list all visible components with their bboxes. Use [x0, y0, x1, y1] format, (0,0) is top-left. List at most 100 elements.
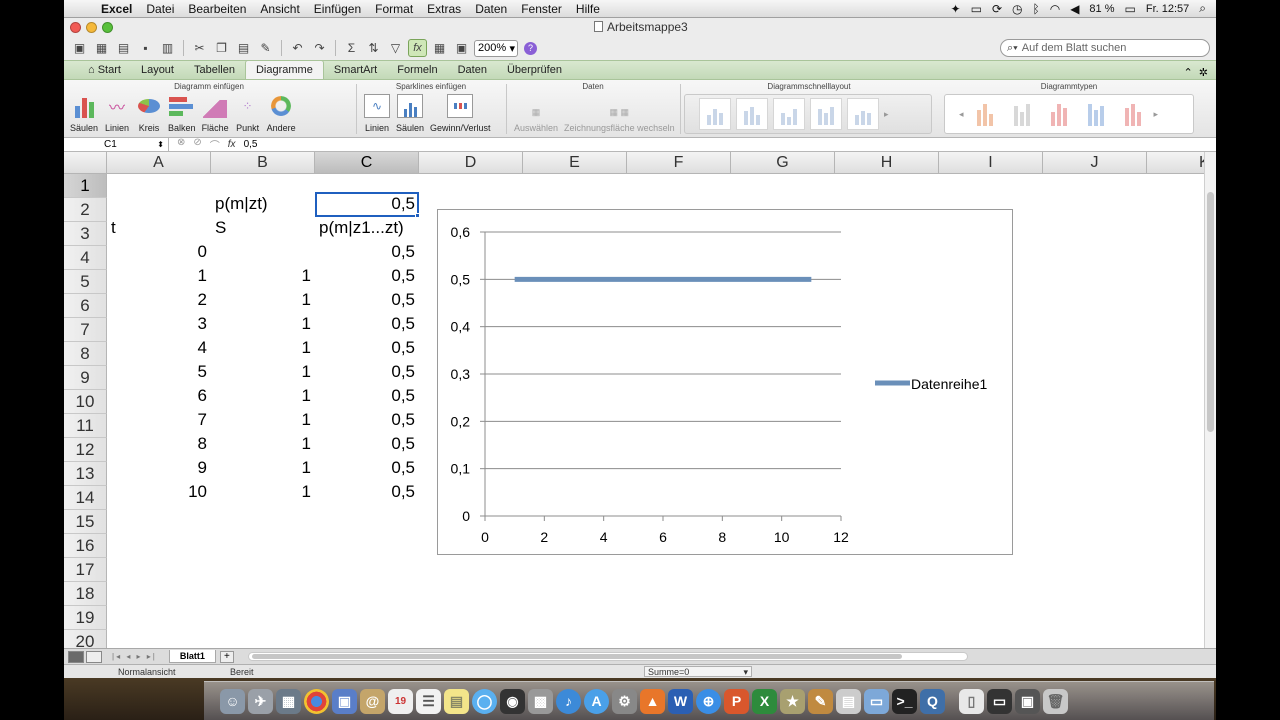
line-chart[interactable]: 0 0,1 0,2 0,3 0,4 0,5 0,6 0 2 4 6 8 10 12 Datenreihe1 — [437, 209, 1013, 555]
row-header-18[interactable]: 18 — [64, 582, 107, 606]
cell-b1[interactable]: p(m|zt) — [211, 192, 315, 216]
wifi-icon[interactable]: ◠ — [1050, 2, 1060, 16]
summary-select[interactable]: Summe=0 ▾ — [644, 666, 752, 677]
finder-folder-icon[interactable]: ▭ — [864, 688, 889, 714]
cell-a12[interactable]: 9 — [107, 456, 211, 480]
imovie-icon[interactable]: ★ — [780, 688, 805, 714]
column-header-e[interactable]: E — [523, 152, 627, 174]
mission-control-icon[interactable]: ▦ — [276, 688, 301, 714]
system-preferences-icon[interactable]: ⚙ — [612, 688, 637, 714]
reminders-icon[interactable]: ☰ — [416, 688, 441, 714]
tab-diagramme[interactable]: Diagramme — [244, 60, 324, 79]
cell-c4[interactable]: 0,5 — [315, 264, 419, 288]
cell-b5[interactable]: 1 — [211, 288, 315, 312]
menu-einfuegen[interactable]: Einfügen — [307, 2, 368, 16]
row-header-15[interactable]: 15 — [64, 510, 107, 534]
normal-view-button[interactable] — [68, 650, 84, 663]
cell-b8[interactable]: 1 — [211, 360, 315, 384]
column-header-j[interactable]: J — [1043, 152, 1147, 174]
cell-b2[interactable]: S — [211, 216, 315, 240]
finder-icon[interactable]: ☺ — [220, 688, 245, 714]
fx-icon[interactable]: fx — [228, 139, 236, 150]
toolbox-icon[interactable]: ▣ — [452, 39, 471, 57]
excel-icon[interactable]: X — [752, 688, 777, 714]
cell-a2[interactable]: t — [107, 216, 211, 240]
cell-c11[interactable]: 0,5 — [315, 432, 419, 456]
cell-c6[interactable]: 0,5 — [315, 312, 419, 336]
column-header-g[interactable]: G — [731, 152, 835, 174]
facetime-icon[interactable]: ◉ — [500, 688, 525, 714]
chart-type-thumbnail[interactable] — [1042, 98, 1075, 130]
cell-c7[interactable]: 0,5 — [315, 336, 419, 360]
column-header-h[interactable]: H — [835, 152, 939, 174]
vertical-scrollbar[interactable] — [1204, 152, 1216, 648]
app-store-icon[interactable]: A — [584, 688, 609, 714]
cell-a6[interactable]: 3 — [107, 312, 211, 336]
row-header-7[interactable]: 7 — [64, 318, 107, 342]
row-header-4[interactable]: 4 — [64, 246, 107, 270]
insert-area-chart-button[interactable]: Fläche — [202, 94, 229, 133]
help-icon[interactable]: ? — [521, 39, 540, 57]
layout-thumbnail[interactable] — [736, 98, 768, 130]
folder-stack-icon[interactable]: ▣ — [1015, 688, 1040, 714]
gear-icon[interactable]: ✲ — [1199, 67, 1208, 79]
chart-type-thumbnail[interactable] — [1005, 98, 1038, 130]
layout-thumbnail[interactable] — [773, 98, 805, 130]
cell-a3[interactable]: 0 — [107, 240, 211, 264]
select-data-button[interactable]: ▦ Auswählen — [514, 94, 558, 133]
messages-icon[interactable]: ◯ — [472, 688, 497, 714]
chart-type-thumbnail[interactable] — [1116, 98, 1149, 130]
cell-a13[interactable]: 10 — [107, 480, 211, 504]
row-header-6[interactable]: 6 — [64, 294, 107, 318]
redo-icon[interactable]: ↷ — [310, 39, 329, 57]
cell-b9[interactable]: 1 — [211, 384, 315, 408]
safari-icon[interactable]: ⊕ — [696, 688, 721, 714]
row-header-13[interactable]: 13 — [64, 462, 107, 486]
cell-b7[interactable]: 1 — [211, 336, 315, 360]
menu-clock[interactable]: Fr. 12:57 — [1146, 3, 1189, 15]
column-header-d[interactable]: D — [419, 152, 523, 174]
ribbon-options[interactable]: ⌃ ✲ — [1183, 66, 1216, 79]
tab-tabellen[interactable]: Tabellen — [184, 61, 245, 79]
cell-a4[interactable]: 1 — [107, 264, 211, 288]
print-icon[interactable]: ▥ — [158, 39, 177, 57]
layout-thumbnail[interactable] — [810, 98, 842, 130]
page-layout-view-button[interactable] — [86, 650, 102, 663]
cell-c2[interactable]: p(m|z1...zt) — [315, 216, 419, 240]
row-header-8[interactable]: 8 — [64, 342, 107, 366]
sheet-nav-arrows-icon[interactable]: |◂ ◂ ▸ ▸| — [112, 652, 157, 661]
cell-b11[interactable]: 1 — [211, 432, 315, 456]
copy-icon[interactable]: ❐ — [212, 39, 231, 57]
sheet-search[interactable]: ⌕▾ Auf dem Blatt suchen — [1000, 39, 1210, 57]
notes-icon[interactable]: ▤ — [444, 688, 469, 714]
cell-c5[interactable]: 0,5 — [315, 288, 419, 312]
column-header-b[interactable]: B — [211, 152, 315, 174]
chart-types-gallery[interactable]: ◂ ▸ — [944, 94, 1194, 134]
cell-c3[interactable]: 0,5 — [315, 240, 419, 264]
cell-b4[interactable]: 1 — [211, 264, 315, 288]
row-header-1[interactable]: 1 — [64, 174, 107, 198]
tab-layout[interactable]: Layout — [131, 61, 184, 79]
add-sheet-button[interactable]: + — [219, 650, 234, 663]
gallery-next-icon[interactable]: ▸ — [1154, 109, 1159, 120]
stepper-icon[interactable]: ⬍ — [157, 140, 164, 149]
chart-type-thumbnail[interactable] — [968, 98, 1001, 130]
row-header-10[interactable]: 10 — [64, 390, 107, 414]
quicktime-icon[interactable]: Q — [920, 688, 945, 714]
cell-a7[interactable]: 4 — [107, 336, 211, 360]
gallery-icon[interactable]: ▦ — [430, 39, 449, 57]
paste-icon[interactable]: ▤ — [234, 39, 253, 57]
dropbox-icon[interactable]: ✦ — [951, 2, 961, 16]
insert-other-chart-button[interactable]: Andere — [267, 94, 296, 133]
cell-b12[interactable]: 1 — [211, 456, 315, 480]
cell-a8[interactable]: 5 — [107, 360, 211, 384]
zoom-window-button[interactable] — [102, 21, 113, 33]
row-header-16[interactable]: 16 — [64, 534, 107, 558]
menu-format[interactable]: Format — [368, 2, 420, 16]
row-header-19[interactable]: 19 — [64, 606, 107, 630]
format-painter-icon[interactable]: ✎ — [256, 39, 275, 57]
menu-datei[interactable]: Datei — [139, 2, 181, 16]
row-header-3[interactable]: 3 — [64, 222, 107, 246]
cell-a10[interactable]: 7 — [107, 408, 211, 432]
confirm-entry-icon[interactable]: ⊘ — [193, 137, 201, 152]
